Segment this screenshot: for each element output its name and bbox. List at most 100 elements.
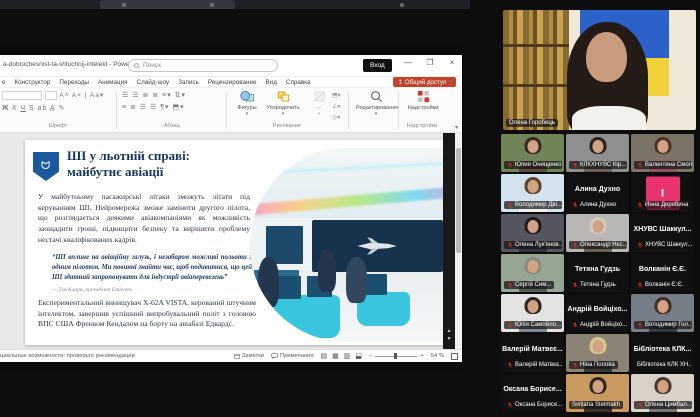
ribbon-tabs: е Конструктор Переходы Анимация Слайд-шо… [0,77,462,88]
font-group-label: Шрифт [2,123,114,129]
paragraph-controls-row2[interactable]: ≡ ≣ ☰ ☰ ¶▾ ⬒▾ [122,103,222,111]
search-box[interactable]: Поиск [128,59,278,72]
bird-icon: ᗢ [41,160,50,173]
participant-name-label: Олена Цимбал... [634,401,692,409]
background-icon [122,3,126,7]
participant-tile[interactable]: Володимир Дві... [501,174,564,212]
sign-in-button[interactable]: Вход [363,59,392,72]
participant-tile[interactable]: Олена Лук'янов... [501,214,564,252]
collapse-ribbon-icon[interactable]: ▾ [455,124,458,131]
participant-name-center: Волканін Є.Є. [631,266,694,273]
participant-tile[interactable]: Володимир Гол... [631,294,694,332]
participant-tile[interactable]: Волканін Є.Є.Волканін Є.Є. [631,254,694,292]
participant-tile[interactable]: Svitlana Stelmakh [566,374,629,412]
paragraph-controls-row1[interactable]: ☰ ☰ ≣ ≣ ≡▾ ⇅▾ [122,91,222,99]
vertical-scrollbar[interactable] [455,133,462,349]
participant-tile[interactable]: Андрій Войціхо...Андрій Войціхо... [566,294,629,332]
participant-tile[interactable]: Юлия Онищенко К... [501,134,564,172]
participant-name-center: Бібліотека КЛК... [631,346,694,353]
maximize-button[interactable]: ❐ [424,58,436,67]
muted-mic-icon [507,282,513,288]
tab-help[interactable]: Справка [286,79,311,86]
participant-tile[interactable]: Олександр Нєс... [566,214,629,252]
tab-review[interactable]: Рецензирование [208,79,257,86]
font-controls-row2[interactable]: Ж К Ч S ab A̲ ✎ [2,104,114,112]
participant-tile[interactable]: IИнна Дерябина [631,174,694,212]
participant-name-label: Инна Дерябина [634,201,691,209]
muted-mic-icon [507,202,513,208]
participant-tile[interactable]: Юлія Самойло... [501,294,564,332]
university-logo: ᗢ [33,152,59,181]
shapes-button[interactable]: Фигуры▾ [230,90,264,118]
tab-slideshow[interactable]: Слайд-шоу [137,79,170,86]
canvas-dark-strip [443,133,455,349]
comments-button[interactable]: Примечания [271,353,313,359]
participant-tile[interactable]: Валерій Матвєє...Валерій Матвєє... [501,334,564,372]
participants-grid: Юлия Онищенко К...КЛКХНУВС Кір...Валенти… [501,134,696,412]
slide-canvas: ᗢ ШІ у льотній справі: майбутнє авіації … [0,133,462,349]
muted-mic-icon [637,242,643,248]
paragraph-group: ☰ ☰ ≣ ≣ ≡▾ ⇅▾ ≡ ≣ ☰ ☰ ¶▾ ⬒▾ Абзац [122,88,222,122]
participant-tile[interactable]: Валентина Смол... [631,134,694,172]
font-controls-row1[interactable]: A˄ A˅ | Aa▾ [2,91,114,100]
participant-tile[interactable]: Сергій Сим... [501,254,564,292]
scrollbar-thumb[interactable] [456,148,461,253]
participant-name-label: Юлія Самойло... [504,321,562,329]
zoom-slider[interactable] [375,356,417,357]
powerpoint-window: а-dobrochesnist-ta-shtuchnij-intelekt - … [0,55,462,362]
shapes-icon [240,90,255,103]
share-icon: ↥ [398,79,403,86]
muted-mic-icon [572,242,578,248]
zoom-control[interactable]: − + [369,353,424,359]
tab-animations[interactable]: Анимация [98,79,128,86]
normal-view-button[interactable]: ▤ [321,352,328,360]
participant-name-center: Валерій Матвєє... [501,346,564,353]
tab-cut[interactable]: е [2,79,6,86]
zoom-in-icon[interactable]: + [420,353,423,359]
muted-mic-icon [572,282,578,288]
tab-transitions[interactable]: Переходы [59,79,89,86]
close-button[interactable]: × [446,58,458,67]
notes-button[interactable]: Заметки [234,353,264,359]
quick-styles-button[interactable]: —▾ [302,90,336,118]
addins-button[interactable]: Надстройки [405,90,441,111]
participant-tile[interactable]: Алина ДухноАлина Духно [566,174,629,212]
slideshow-view-button[interactable]: ⬓ [355,352,362,360]
reading-view-button[interactable]: ▥ [344,352,351,360]
participant-tile[interactable]: Ніна Попова [566,334,629,372]
slide[interactable]: ᗢ ШІ у льотній справі: майбутнє авіації … [25,140,445,345]
participant-tile[interactable]: Оксана Борисе...Оксана Борисе... [501,374,564,412]
zoom-slider-thumb[interactable] [394,353,397,359]
participant-tile[interactable]: КЛКХНУВС Кір... [566,134,629,172]
zoom-level[interactable]: 54 % [431,353,444,359]
share-button[interactable]: ↥ Общий доступ ▾ [393,77,456,87]
participant-tile[interactable]: Бібліотека КЛК... Бібліотека КЛК ХН... [631,334,694,372]
main-speaker-tile[interactable]: Олена Горобець [503,10,696,130]
ribbon: A˄ A˅ | Aa▾ Ж К Ч S ab A̲ ✎ Шрифт ☰ ☰ ≣ … [0,88,462,133]
slide-sorter-view-button[interactable]: ▦ [332,352,339,360]
tab-design[interactable]: Конструктор [15,79,51,86]
editing-button[interactable]: Редактирование▾ [356,90,396,118]
tab-view[interactable]: Вид [265,79,276,86]
participant-name-label: ХНУВС Шаккул... [634,241,692,249]
muted-mic-icon [507,242,513,248]
muted-mic-icon [637,402,643,408]
participant-tile[interactable]: Олена Цимбал... [631,374,694,412]
muted-mic-icon [572,362,578,368]
participant-name-label: Svitlana Stelmakh [569,401,623,409]
fit-slide-icon[interactable] [451,353,458,360]
participant-name-label: Бібліотека КЛК ХН... [634,361,692,369]
slide-nav-arrows[interactable]: ▲▼ [444,328,454,343]
accessibility-status[interactable]: циальные возможности: проверьте рекоменд… [0,353,135,359]
participant-tile[interactable]: ХНУВС Шаккул...ХНУВС Шаккул... [631,214,694,252]
drawing-mini-buttons[interactable]: ⬒▾∠▾◎▾ [332,91,341,123]
group-divider [116,91,117,129]
participant-name-label: Андрій Войціхо... [569,321,627,329]
addins-group-label: Надстройки [400,123,444,129]
meeting-participants-panel: Олена Горобець Юлия Онищенко К...КЛКХНУВ… [470,0,700,417]
minimize-button[interactable]: — [402,58,414,67]
arrange-button[interactable]: Упорядочить▾ [266,90,300,118]
tab-record[interactable]: Запись [178,79,199,86]
zoom-out-icon[interactable]: − [369,353,372,359]
participant-tile[interactable]: Тетяна ГудзьТетяна Гудзь [566,254,629,292]
